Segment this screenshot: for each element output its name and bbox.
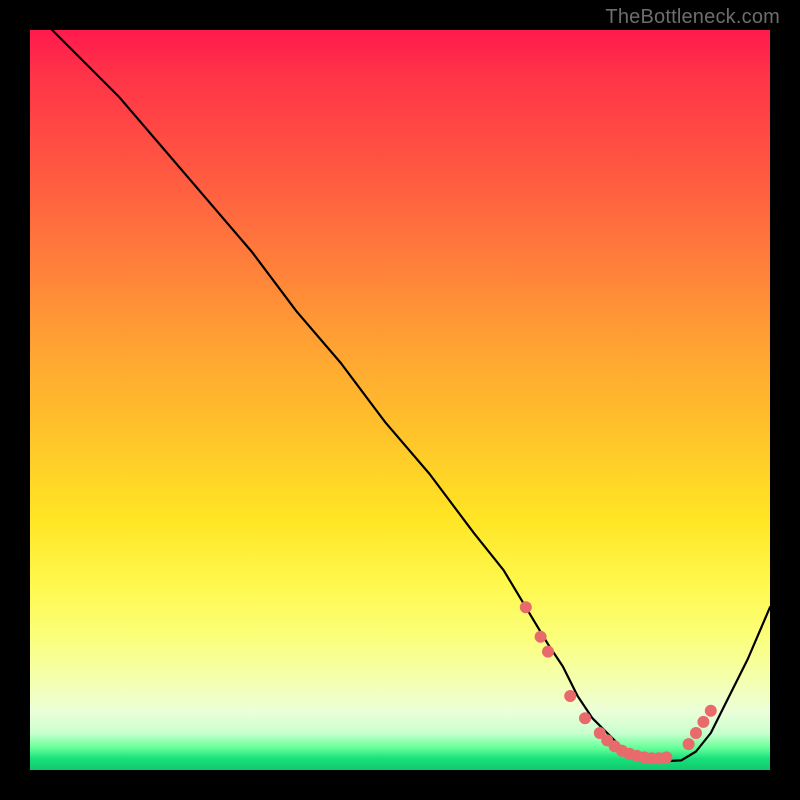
marker-point — [705, 705, 717, 717]
watermark-text: TheBottleneck.com — [605, 6, 780, 29]
bottleneck-curve — [52, 30, 770, 761]
chart-frame: TheBottleneck.com — [0, 0, 800, 800]
marker-point — [564, 690, 576, 702]
marker-point — [690, 727, 702, 739]
marker-point — [683, 738, 695, 750]
marker-point — [579, 712, 591, 724]
marker-point — [697, 716, 709, 728]
marker-point — [520, 601, 532, 613]
curve-markers — [520, 601, 717, 764]
plot-area — [30, 30, 770, 770]
curve-layer — [30, 30, 770, 770]
marker-point — [660, 751, 672, 763]
marker-point — [535, 631, 547, 643]
marker-point — [542, 646, 554, 658]
